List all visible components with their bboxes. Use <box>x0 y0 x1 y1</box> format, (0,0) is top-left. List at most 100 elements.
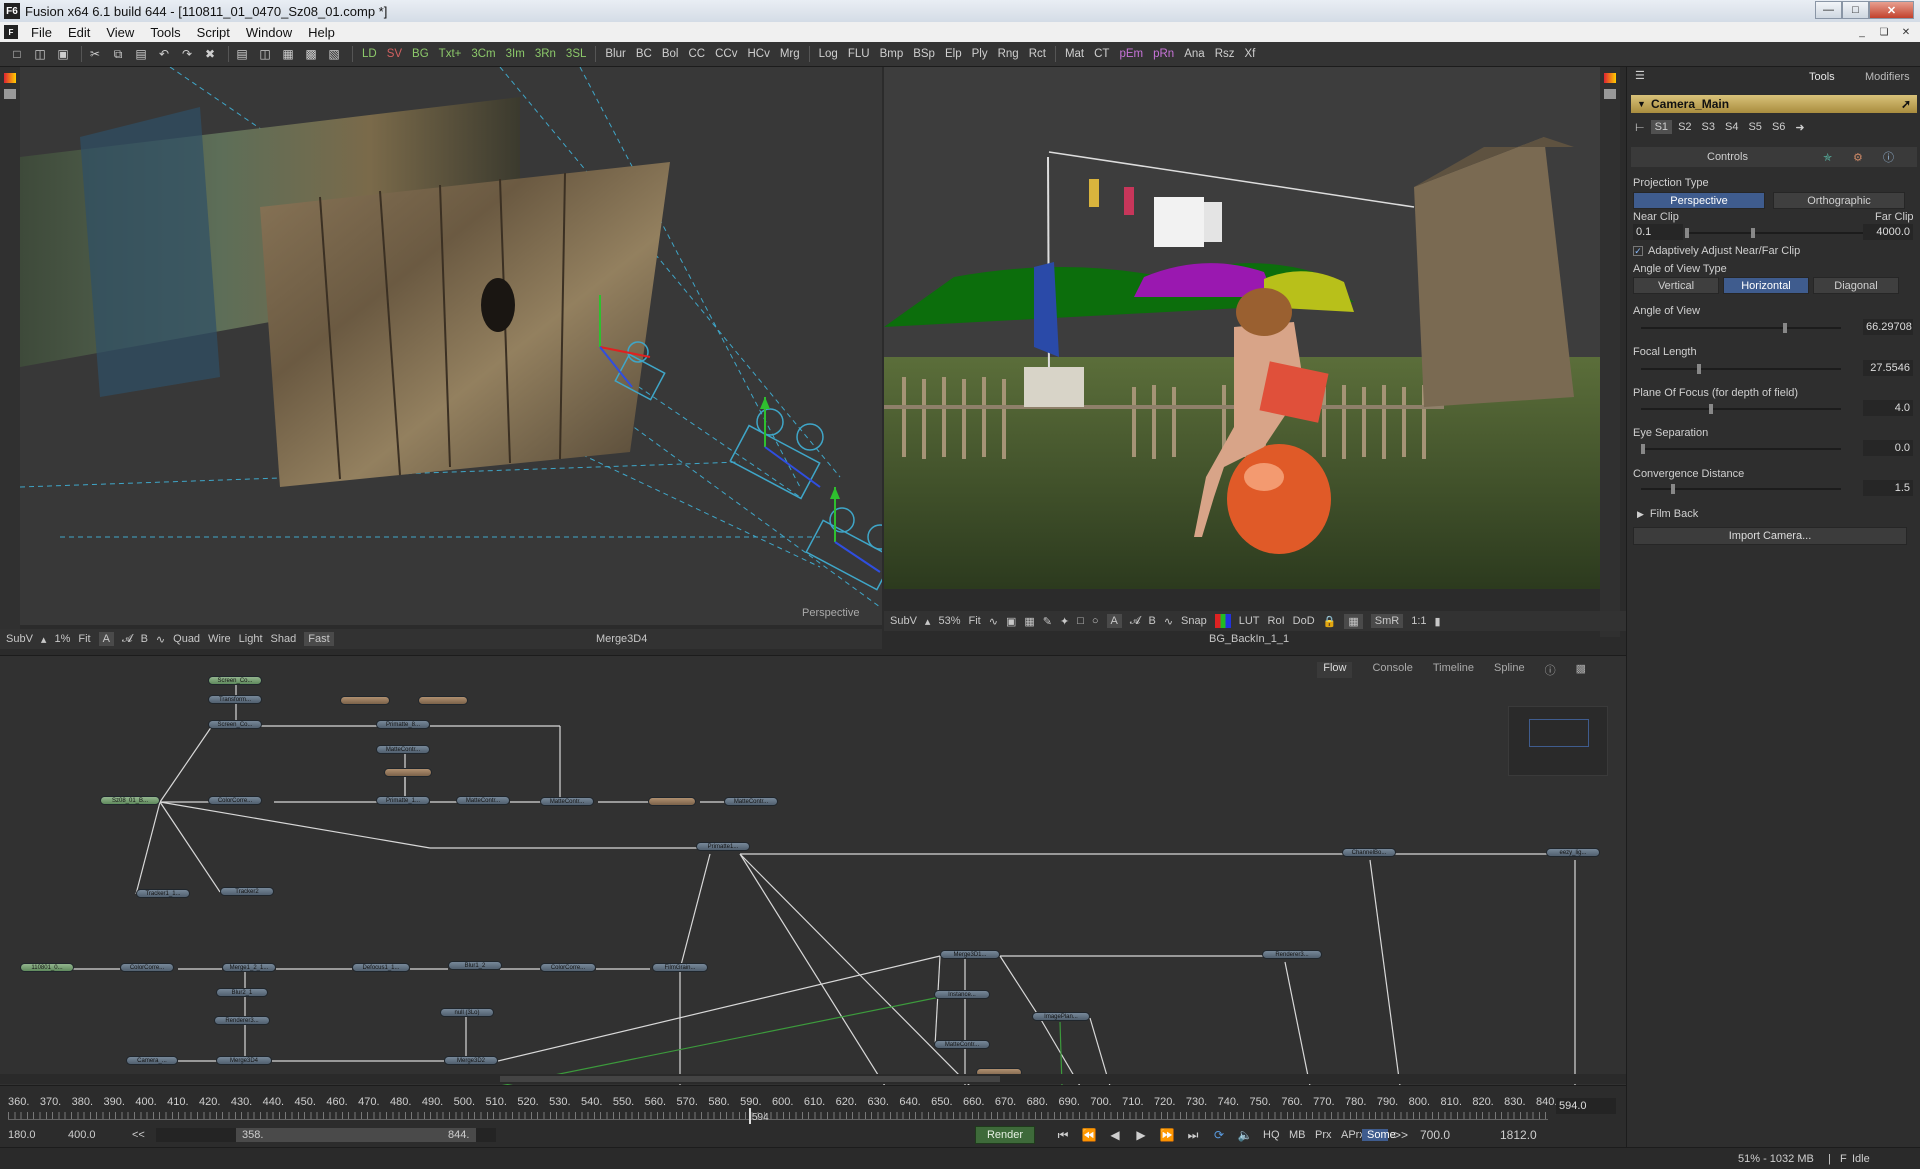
save-icon[interactable]: ▣ <box>54 45 72 63</box>
flow-node[interactable]: Primatte_1... <box>376 796 430 805</box>
flow-node[interactable]: MatteContr... <box>934 1040 990 1049</box>
perspective-viewer[interactable]: Perspective <box>20 67 882 625</box>
go-to-end-icon[interactable]: ⏭ <box>1180 1128 1206 1143</box>
range-slider[interactable]: 358. 844. <box>156 1128 496 1142</box>
global-start-field[interactable]: 180.0 <box>8 1129 68 1141</box>
left-fit-button[interactable]: Fit <box>78 633 90 645</box>
right-text-a-icon[interactable]: 𝓐 <box>1130 615 1141 628</box>
tool-button-3rn[interactable]: 3Rn <box>530 48 561 60</box>
right-scale-icon[interactable]: ∿ <box>1164 615 1173 628</box>
focal-length-handle[interactable] <box>1697 364 1701 374</box>
mdi-minimize-icon[interactable]: _ <box>1852 24 1872 40</box>
near-clip-handle[interactable] <box>1685 228 1689 238</box>
tool-button-bg[interactable]: BG <box>407 48 434 60</box>
tab-controls[interactable]: Controls <box>1707 151 1748 163</box>
menu-help[interactable]: Help <box>300 25 343 40</box>
vertical-option[interactable]: Vertical <box>1633 277 1719 294</box>
flow-node[interactable]: Instance... <box>934 990 990 999</box>
range-slider-bar[interactable] <box>236 1128 476 1142</box>
flow-node[interactable]: Blur1_2 <box>448 961 502 970</box>
step-back-icon[interactable]: ⏪ <box>1076 1128 1102 1142</box>
left-subview-button[interactable]: SubV <box>6 633 33 645</box>
tool-button-blur[interactable]: Blur <box>600 48 630 60</box>
layout-split-icon[interactable]: ◫ <box>256 45 274 63</box>
tool-button-bmp[interactable]: Bmp <box>875 48 909 60</box>
ratio-button[interactable]: 1:1 <box>1411 615 1426 627</box>
tool-button-elp[interactable]: Elp <box>940 48 967 60</box>
snap-button[interactable]: Snap <box>1181 615 1207 627</box>
time-ruler[interactable]: 360. 370. 380. 390. 400. 410. 420. 430. 440. 450.… <box>0 1085 1626 1147</box>
orthographic-option[interactable]: Orthographic <box>1773 192 1905 209</box>
expand-triangle-icon[interactable]: ▶ <box>1637 509 1644 520</box>
undo-icon[interactable]: ↶ <box>155 45 173 63</box>
play-icon[interactable]: ▶ <box>1128 1128 1154 1142</box>
flow-node[interactable]: Transform... <box>208 695 262 704</box>
ellipse-icon[interactable]: ○ <box>1092 615 1099 627</box>
settings-gear-icon[interactable]: ⚙ <box>1853 151 1863 164</box>
loop-icon[interactable]: ⟳ <box>1206 1128 1232 1142</box>
delete-icon[interactable]: ✖ <box>201 45 219 63</box>
slot-s5[interactable]: S5 <box>1744 120 1765 134</box>
slot-s4[interactable]: S4 <box>1721 120 1742 134</box>
go-to-start-icon[interactable]: ⏮ <box>1050 1128 1076 1143</box>
menu-edit[interactable]: Edit <box>60 25 98 40</box>
text-a-icon[interactable]: 𝓐 <box>122 633 133 646</box>
cut-icon[interactable]: ✂ <box>86 45 104 63</box>
left-light-button[interactable]: Light <box>239 633 263 645</box>
prx-toggle[interactable]: Prx <box>1310 1129 1336 1141</box>
eye-separation-handle[interactable] <box>1641 444 1645 454</box>
focal-length-slider[interactable] <box>1641 364 1841 374</box>
audio-icon[interactable]: 🔈 <box>1232 1128 1258 1142</box>
flow-scroll-thumb[interactable] <box>500 1076 1000 1082</box>
mdi-restore-icon[interactable]: ❏ <box>1874 24 1894 40</box>
right-subview-button[interactable]: SubV <box>890 615 917 627</box>
slot-s6[interactable]: S6 <box>1768 120 1789 134</box>
flow-node[interactable]: FilmGrain... <box>652 963 708 972</box>
copy-icon[interactable]: ⧉ <box>109 45 127 63</box>
tool-button-3im[interactable]: 3Im <box>501 48 530 60</box>
tool-button-ply[interactable]: Ply <box>967 48 993 60</box>
tool-button-mrg[interactable]: Mrg <box>775 48 805 60</box>
tool-palette-icon[interactable]: ▧ <box>325 45 343 63</box>
brush-icon[interactable]: ✦ <box>1060 615 1069 628</box>
menu-window[interactable]: Window <box>238 25 300 40</box>
flow-node[interactable]: Screen_Co... <box>208 676 262 685</box>
menu-script[interactable]: Script <box>189 25 238 40</box>
range-back-icon[interactable]: << <box>132 1129 148 1141</box>
gradient-icon[interactable]: ▣ <box>1006 615 1016 628</box>
flow-node[interactable]: ColorCorre... <box>208 796 262 805</box>
flow-node[interactable]: 110801_0... <box>20 963 74 972</box>
rectangle-icon[interactable]: □ <box>1077 615 1084 627</box>
slot-s2[interactable]: S2 <box>1674 120 1695 134</box>
flow-node[interactable]: Renderer3... <box>1262 950 1322 959</box>
pick-icon[interactable]: ➚ <box>1901 97 1911 111</box>
flow-node[interactable]: Sz08_01_B... <box>100 796 160 805</box>
time-ruler-ticks[interactable] <box>8 1112 1548 1120</box>
left-fast-button[interactable]: Fast <box>304 632 334 646</box>
open-icon[interactable]: ◫ <box>31 45 49 63</box>
left-scale-icon[interactable]: ∿ <box>156 633 165 646</box>
checker-icon[interactable]: ▦ <box>1344 613 1363 629</box>
near-clip-field[interactable]: 0.1 <box>1633 224 1683 240</box>
tool-button-log[interactable]: Log <box>814 48 843 60</box>
smr-button[interactable]: SmR <box>1370 614 1404 628</box>
import-camera-button[interactable]: Import Camera... <box>1633 527 1907 545</box>
lock-icon[interactable]: 🔒 <box>1323 615 1337 628</box>
plane-of-focus-slider[interactable] <box>1641 404 1841 414</box>
info-icon[interactable]: ⓘ <box>1883 149 1894 165</box>
collapse-triangle-icon[interactable]: ▼ <box>1637 99 1646 109</box>
flow-node[interactable]: ColorCorre... <box>120 963 174 972</box>
flow-node[interactable]: ImagePlan... <box>1032 1012 1090 1021</box>
right-dropdown-arrow-icon[interactable]: ▴ <box>925 615 931 628</box>
flow-node[interactable]: Primatte_8... <box>376 720 430 729</box>
layout-horizontal-icon[interactable]: ▦ <box>279 45 297 63</box>
curve-icon[interactable]: ∿ <box>989 615 998 628</box>
tab-tools[interactable]: Tools <box>1809 71 1835 83</box>
film-back-section[interactable]: ▶ Film Back <box>1637 508 1698 520</box>
flow-node[interactable]: Merge3D1... <box>940 950 1000 959</box>
focal-length-field[interactable]: 27.5546 <box>1863 360 1913 376</box>
tool-button-cc[interactable]: CC <box>683 48 710 60</box>
tool-button-hcv[interactable]: HCv <box>742 48 774 60</box>
rgb-channel-icon[interactable] <box>1214 614 1231 628</box>
tool-button-bol[interactable]: Bol <box>657 48 684 60</box>
